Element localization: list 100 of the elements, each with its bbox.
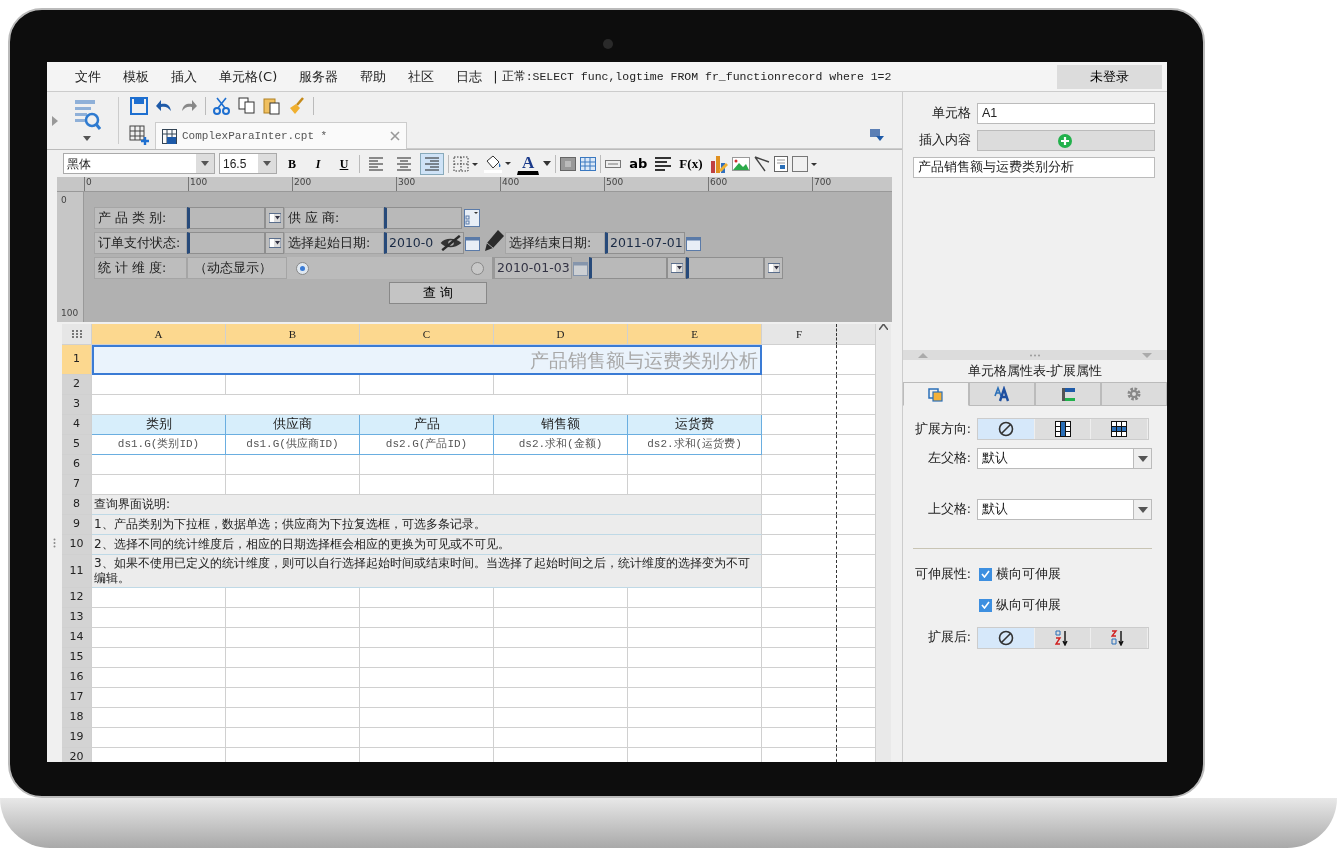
grid-cell[interactable] [762, 535, 837, 555]
table-header-cell[interactable]: 销售额 [494, 415, 628, 435]
calendar-icon[interactable] [465, 235, 480, 251]
cell-content-field[interactable]: 产品销售额与运费类别分析 [913, 157, 1155, 178]
formula-cell[interactable]: ds2.求和(金额) [494, 435, 628, 455]
grid-cell[interactable] [762, 495, 837, 515]
row-header[interactable]: 7 [62, 475, 92, 495]
row-header[interactable]: 4 [62, 415, 92, 435]
row-header[interactable]: 16 [62, 668, 92, 688]
vertical-scrollbar[interactable] [876, 324, 891, 762]
row-header[interactable]: 10 [62, 535, 92, 555]
property-tab[interactable] [1035, 382, 1101, 406]
row-header[interactable]: 20 [62, 748, 92, 762]
column-header[interactable]: C [360, 324, 494, 345]
bold-button[interactable]: B [281, 152, 303, 175]
menu-item[interactable]: 社区 [397, 66, 446, 87]
collapse-down-icon[interactable] [1142, 352, 1152, 358]
slash-line-icon[interactable] [754, 155, 771, 172]
table-header-cell[interactable]: 运货费 [628, 415, 762, 435]
row-header[interactable]: 6 [62, 455, 92, 475]
grid-cell[interactable] [762, 668, 837, 688]
dropdown-icon[interactable] [767, 263, 780, 273]
grid-cell[interactable] [762, 555, 837, 588]
grid-cell[interactable] [762, 708, 837, 728]
option-button[interactable] [1091, 419, 1148, 439]
grid-cell[interactable] [762, 648, 837, 668]
note-text-cell[interactable]: 1、产品类别为下拉框，数据单选；供应商为下拉复选框，可选多条记录。 [92, 515, 762, 535]
column-header[interactable]: A [92, 324, 226, 345]
grid-cell[interactable] [762, 688, 837, 708]
insert-content-button[interactable] [977, 130, 1155, 151]
font-size-select[interactable]: 16.5 [219, 153, 277, 174]
dropdown-caret-icon[interactable] [201, 161, 209, 166]
formula-cell[interactable]: ds2.G(产品ID) [360, 435, 494, 455]
chart-icon[interactable] [710, 154, 729, 173]
column-header[interactable]: F [762, 324, 837, 345]
date-field[interactable]: 2011-07-01 [605, 232, 685, 254]
row-header[interactable]: 18 [62, 708, 92, 728]
table-header-cell[interactable]: 供应商 [226, 415, 360, 435]
row-header[interactable]: 12 [62, 588, 92, 608]
grid-cell[interactable] [762, 608, 837, 628]
underline-button[interactable]: U [333, 152, 355, 175]
row-header[interactable]: 2 [62, 375, 92, 395]
text-field-icon[interactable] [605, 159, 622, 168]
calendar-icon[interactable] [686, 235, 701, 251]
merge-cells-icon[interactable] [560, 156, 577, 171]
menu-item[interactable]: 插入 [160, 66, 208, 87]
border-icon[interactable] [453, 155, 479, 172]
option-button[interactable] [978, 627, 1035, 648]
column-header[interactable]: E [628, 324, 762, 345]
dropdown-caret-icon[interactable] [263, 161, 271, 166]
save-icon[interactable] [130, 97, 148, 115]
dropdown-caret-icon[interactable] [83, 136, 91, 141]
radio-button[interactable] [296, 261, 309, 275]
table-grid-icon[interactable] [580, 156, 597, 171]
row-header[interactable]: 1 [62, 345, 92, 375]
dropdown-field[interactable]: 默认 [977, 448, 1152, 469]
copy-icon[interactable] [238, 97, 256, 115]
text-tool-button[interactable]: ab [625, 152, 652, 175]
dropdown-field[interactable] [384, 207, 462, 229]
grid-cell[interactable] [762, 435, 837, 455]
dropdown-caret-icon[interactable] [543, 161, 552, 166]
close-icon[interactable] [390, 131, 400, 141]
segmented-control[interactable] [977, 626, 1149, 649]
dropdown-icon[interactable] [268, 213, 281, 223]
cell-border-icon[interactable] [792, 155, 819, 172]
column-header[interactable]: D [494, 324, 628, 345]
checkbox-option[interactable]: 横向可伸展 [979, 565, 1061, 584]
grid-cell[interactable] [762, 628, 837, 648]
menu-item[interactable]: 服务器 [288, 66, 350, 87]
option-button[interactable] [1034, 627, 1092, 648]
table-header-cell[interactable]: 类别 [92, 415, 226, 435]
dropdown-field[interactable] [187, 232, 265, 254]
font-select[interactable]: 黑体 [63, 153, 215, 174]
preview-icon[interactable] [73, 100, 101, 130]
formula-button[interactable]: F(x) [675, 152, 707, 175]
row-header[interactable]: 9 [62, 515, 92, 535]
calendar-icon[interactable] [573, 260, 588, 276]
dropdown-icon[interactable] [670, 263, 683, 273]
formula-cell[interactable]: ds1.G(供应商ID) [226, 435, 360, 455]
grid-cell[interactable] [762, 415, 837, 435]
dropdown-field[interactable] [187, 207, 265, 229]
align-right-button[interactable] [420, 152, 444, 175]
property-tab[interactable] [1101, 382, 1167, 406]
row-header[interactable]: 13 [62, 608, 92, 628]
option-button[interactable] [978, 419, 1035, 439]
row-header[interactable]: 8 [62, 495, 92, 515]
grid-cell[interactable] [762, 515, 837, 535]
formula-cell[interactable]: ds1.G(类别ID) [92, 435, 226, 455]
radio-button[interactable] [471, 261, 484, 275]
paste-icon[interactable] [263, 97, 281, 115]
tree-list-icon[interactable] [463, 209, 480, 227]
dropdown-caret-icon[interactable] [1137, 506, 1148, 513]
grid-cell[interactable] [762, 588, 837, 608]
checkbox-option[interactable]: 纵向可伸展 [979, 595, 1061, 615]
grip-dots-icon[interactable] [1029, 353, 1041, 357]
select-all-icon[interactable] [71, 330, 82, 338]
window-menu-icon[interactable] [870, 129, 884, 141]
grid-cell[interactable] [762, 375, 837, 395]
dropdown-icon[interactable] [268, 238, 281, 248]
scroll-up-icon[interactable] [879, 324, 888, 330]
